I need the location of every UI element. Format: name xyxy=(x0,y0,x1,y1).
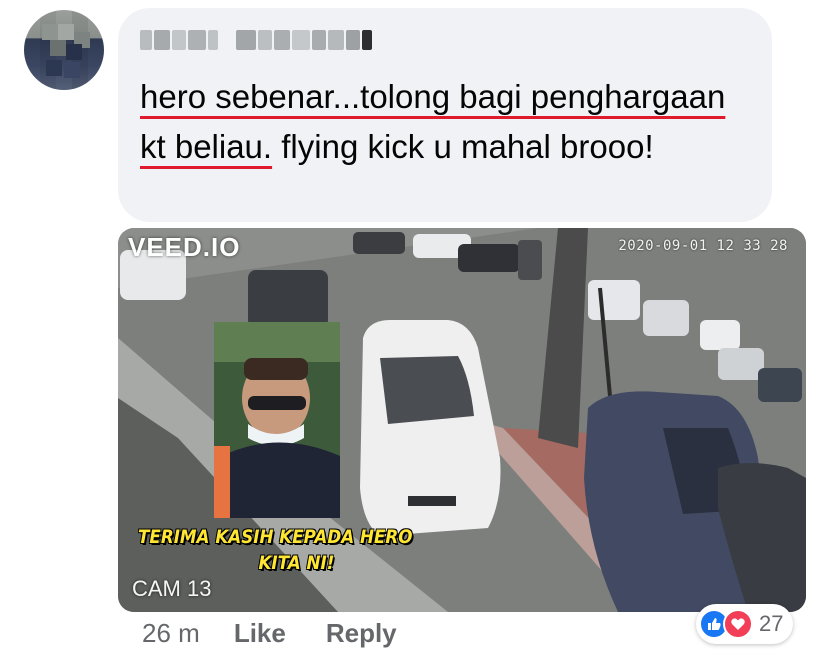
like-button[interactable]: Like xyxy=(234,618,286,649)
author-name-blurred[interactable] xyxy=(140,26,404,54)
avatar[interactable] xyxy=(24,10,104,90)
camera-label: CAM 13 xyxy=(132,576,212,601)
caption-line-1: TERIMA KASIH KEPADA HERO xyxy=(138,526,413,548)
video-caption: TERIMA KASIH KEPADA HERO KITA NI! xyxy=(138,524,420,576)
video-timestamp: 2020-09-01 12 33 28 xyxy=(618,238,788,254)
reaction-count: 27 xyxy=(759,611,784,636)
watermark: VEED.IO xyxy=(128,232,241,262)
caption-line-2: KITA NI! xyxy=(258,552,335,574)
reactions-summary[interactable]: 27 xyxy=(696,604,794,644)
video-player[interactable]: VEED.IO 2020-09-01 12 33 28 TERIMA KASIH… xyxy=(118,228,806,612)
comment-container: hero sebenar...tolong bagi penghargaan k… xyxy=(0,0,828,658)
comment-time[interactable]: 26 m xyxy=(142,618,200,649)
comment-text: hero sebenar...tolong bagi penghargaan k… xyxy=(140,72,760,172)
comment-text-rest: flying kick u mahal brooo! xyxy=(272,128,654,165)
reply-button[interactable]: Reply xyxy=(326,618,397,649)
comment-actions: 26 m Like Reply xyxy=(142,618,437,649)
love-icon xyxy=(723,609,753,639)
